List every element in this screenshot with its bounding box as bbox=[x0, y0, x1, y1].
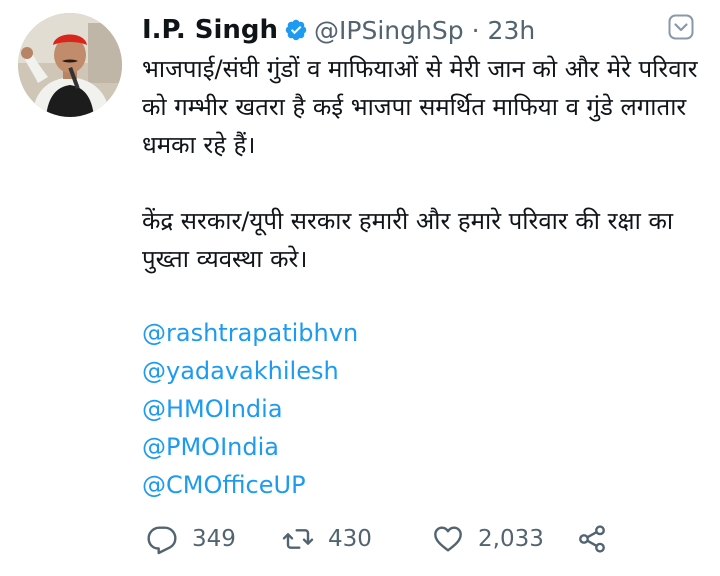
mention-link[interactable]: @HMOIndia bbox=[142, 390, 358, 428]
chevron-down-icon[interactable] bbox=[668, 14, 694, 40]
reply-button[interactable]: 349 bbox=[146, 521, 236, 557]
mention-link[interactable]: @yadavakhilesh bbox=[142, 352, 358, 390]
author-name[interactable]: I.P. Singh bbox=[142, 15, 278, 45]
mention-link[interactable]: @rashtrapatibhvn bbox=[142, 314, 358, 352]
like-count: 2,033 bbox=[478, 526, 544, 552]
separator-dot: · bbox=[471, 15, 480, 45]
action-bar: 349 430 2,033 bbox=[142, 521, 622, 557]
reply-icon bbox=[147, 526, 177, 555]
avatar-image bbox=[18, 13, 122, 117]
avatar[interactable] bbox=[18, 13, 122, 117]
tweet-text: भाजपाई/संघी गुंडों व माफियाओं से मेरी जा… bbox=[142, 50, 702, 278]
retweet-icon bbox=[282, 529, 314, 549]
like-button[interactable]: 2,033 bbox=[432, 521, 544, 557]
reply-count: 349 bbox=[192, 526, 236, 552]
retweet-count: 430 bbox=[328, 526, 372, 552]
heart-icon bbox=[434, 526, 462, 552]
tweet-header: I.P. Singh @IPSinghSp · 23h bbox=[142, 10, 535, 50]
timestamp[interactable]: 23h bbox=[488, 16, 536, 45]
verified-badge-icon bbox=[285, 19, 307, 41]
mention-link[interactable]: @CMOfficeUP bbox=[142, 466, 358, 504]
share-icon bbox=[579, 525, 605, 553]
share-button[interactable] bbox=[576, 521, 608, 557]
author-handle[interactable]: @IPSinghSp bbox=[314, 16, 464, 45]
tweet-paragraph-2: केंद्र सरकार/यूपी सरकार हमारी और हमारे प… bbox=[142, 207, 674, 273]
mention-list: @rashtrapatibhvn @yadavakhilesh @HMOIndi… bbox=[142, 314, 358, 504]
mention-link[interactable]: @PMOIndia bbox=[142, 428, 358, 466]
tweet-paragraph-1: भाजपाई/संघी गुंडों व माफियाओं से मेरी जा… bbox=[142, 55, 698, 159]
retweet-button[interactable]: 430 bbox=[282, 521, 372, 557]
